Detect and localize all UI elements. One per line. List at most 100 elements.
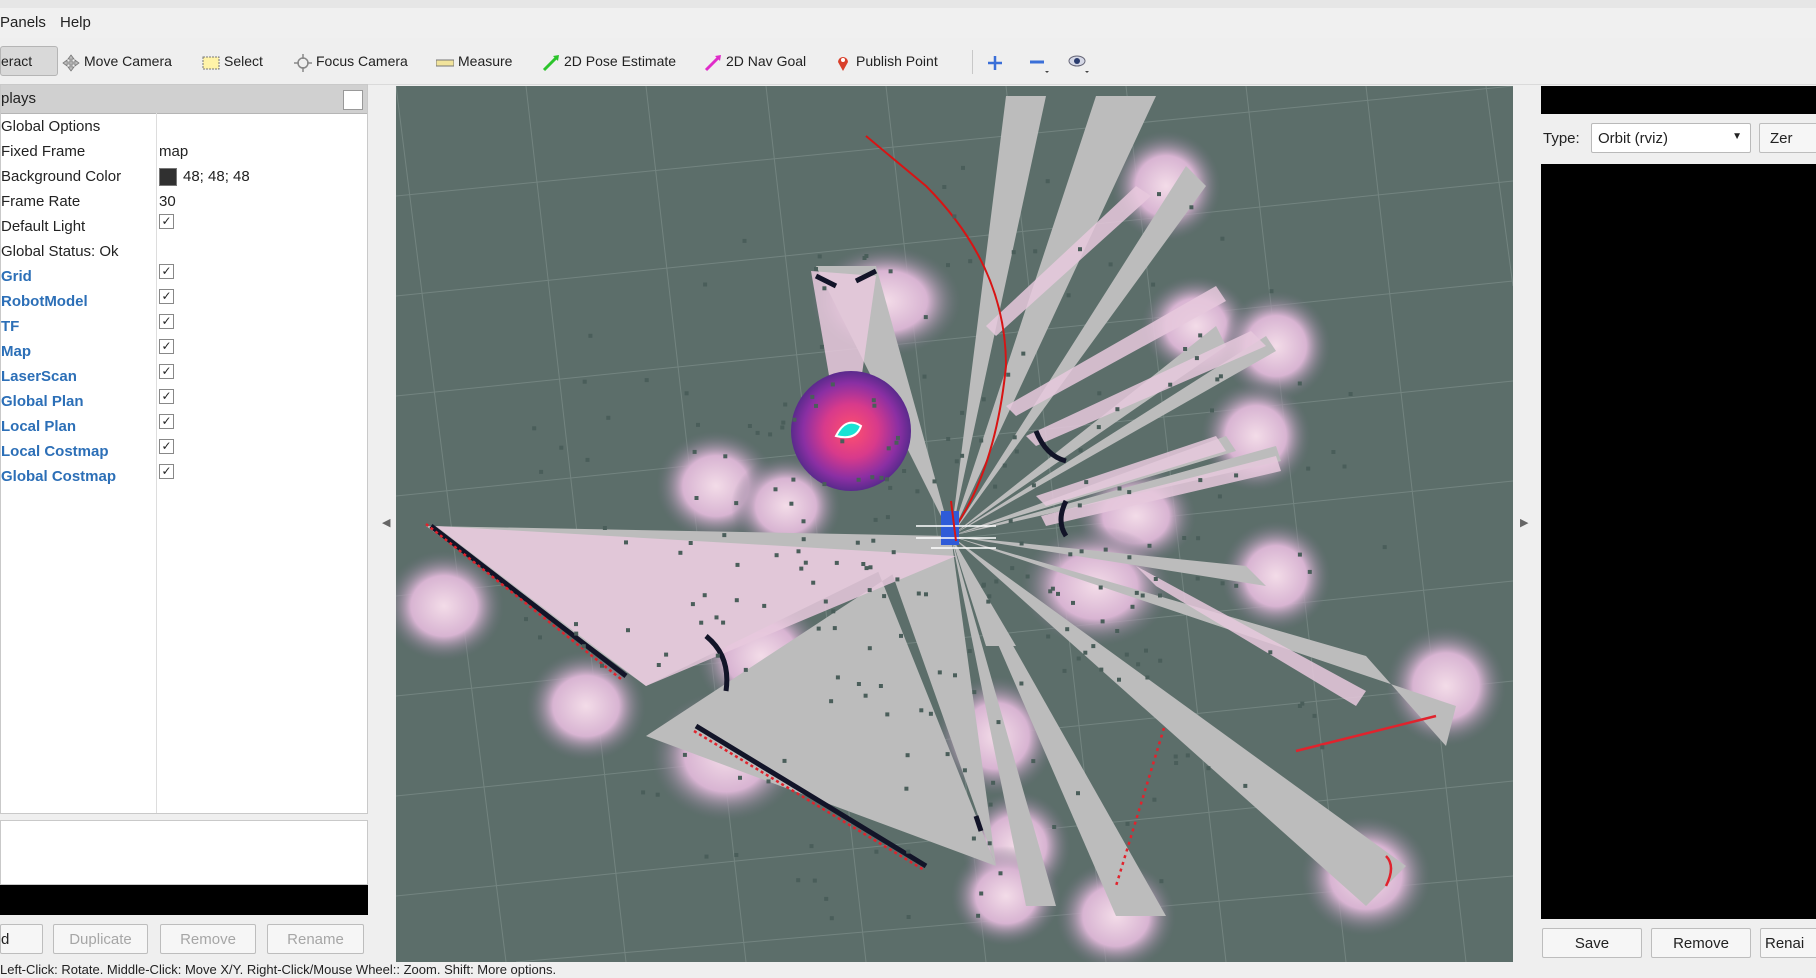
rename-view-button[interactable]: Renai bbox=[1760, 928, 1816, 958]
pose-estimate-label: 2D Pose Estimate bbox=[564, 53, 677, 69]
display-checkbox[interactable]: ✓ bbox=[159, 289, 174, 304]
duplicate-display-button[interactable]: Duplicate bbox=[53, 924, 148, 954]
right-splitter-arrow-icon[interactable]: ▶ bbox=[1520, 516, 1528, 529]
rename-display-button[interactable]: Rename bbox=[267, 924, 364, 954]
interact-tool-button[interactable]: eract bbox=[0, 46, 58, 76]
display-row-value-text: 48; 48; 48 bbox=[183, 168, 250, 185]
display-row-label: RobotModel bbox=[1, 293, 88, 310]
display-checkbox[interactable]: ✓ bbox=[159, 264, 174, 279]
remove-tool-button[interactable] bbox=[1028, 46, 1049, 76]
display-row-value-text: map bbox=[159, 143, 189, 160]
display-checkbox[interactable]: ✓ bbox=[159, 214, 174, 229]
display-checkbox[interactable]: ✓ bbox=[159, 414, 174, 429]
display-checkbox[interactable]: ✓ bbox=[159, 364, 174, 379]
display-row-label: Global Options bbox=[1, 118, 101, 135]
display-row-value: ✓ bbox=[159, 364, 174, 379]
display-row-value: 48; 48; 48 bbox=[159, 164, 250, 189]
render-viewport[interactable] bbox=[396, 86, 1513, 962]
move-camera-icon bbox=[62, 52, 80, 72]
save-view-button[interactable]: Save bbox=[1542, 928, 1642, 958]
display-checkbox[interactable]: ✓ bbox=[159, 314, 174, 329]
display-checkbox[interactable]: ✓ bbox=[159, 339, 174, 354]
select-label: Select bbox=[224, 53, 263, 69]
measure-button[interactable]: Measure bbox=[435, 46, 512, 76]
displays-panel: plays Global Options Fixed Frame map Backgr… bbox=[0, 84, 368, 814]
view-type-label: Type: bbox=[1543, 130, 1580, 147]
chevron-down-icon: ▼ bbox=[1732, 131, 1742, 142]
display-row[interactable]: Fixed Frame map bbox=[1, 139, 367, 164]
ruler-icon bbox=[435, 52, 455, 70]
view-type-row: Type: Orbit (rviz) ▼ Zer bbox=[1541, 122, 1816, 156]
remove-display-button[interactable]: Remove bbox=[160, 924, 256, 954]
display-row[interactable]: Grid ✓ bbox=[1, 264, 367, 289]
move-camera-button[interactable]: Move Camera bbox=[62, 46, 172, 76]
display-row[interactable]: Default Light ✓ bbox=[1, 214, 367, 239]
display-row-label: Background Color bbox=[1, 168, 122, 185]
panel-float-button[interactable] bbox=[343, 90, 363, 110]
display-row[interactable]: Map ✓ bbox=[1, 339, 367, 364]
display-row[interactable]: Frame Rate 30 bbox=[1, 189, 367, 214]
menu-help[interactable]: Help bbox=[60, 14, 91, 31]
display-checkbox[interactable]: ✓ bbox=[159, 389, 174, 404]
move-camera-label: Move Camera bbox=[84, 53, 172, 69]
display-row-value: ✓ bbox=[159, 414, 174, 429]
minus-icon bbox=[1028, 52, 1049, 73]
zero-view-button[interactable]: Zer bbox=[1759, 123, 1816, 153]
view-properties-area bbox=[1541, 164, 1816, 919]
display-row[interactable]: LaserScan ✓ bbox=[1, 364, 367, 389]
display-row[interactable]: Local Plan ✓ bbox=[1, 414, 367, 439]
green-arrow-icon bbox=[542, 52, 560, 72]
display-row[interactable]: RobotModel ✓ bbox=[1, 289, 367, 314]
display-row-label: Grid bbox=[1, 268, 32, 285]
display-row-label: Map bbox=[1, 343, 31, 360]
display-row[interactable]: Global Plan ✓ bbox=[1, 389, 367, 414]
displays-panel-title: plays bbox=[1, 90, 37, 107]
display-row-label: Local Plan bbox=[1, 418, 77, 435]
view-type-select[interactable]: Orbit (rviz) ▼ bbox=[1591, 123, 1751, 153]
display-row[interactable]: Local Costmap ✓ bbox=[1, 439, 367, 464]
view-type-value: Orbit (rviz) bbox=[1598, 130, 1668, 147]
status-bar: Left-Click: Rotate. Middle-Click: Move X… bbox=[0, 962, 1816, 978]
display-row[interactable]: Global Status: Ok bbox=[1, 239, 367, 264]
display-row-value: ✓ bbox=[159, 264, 174, 279]
display-row-value: ✓ bbox=[159, 289, 174, 304]
add-tool-button[interactable] bbox=[986, 46, 1004, 76]
display-row[interactable]: TF ✓ bbox=[1, 314, 367, 339]
magenta-arrow-icon bbox=[704, 52, 722, 72]
remove-view-button[interactable]: Remove bbox=[1651, 928, 1751, 958]
plus-icon bbox=[986, 52, 1004, 70]
status-bar-text: Left-Click: Rotate. Middle-Click: Move X… bbox=[0, 962, 557, 977]
views-panel-header bbox=[1541, 86, 1816, 114]
select-icon bbox=[202, 52, 220, 70]
display-row-label: LaserScan bbox=[1, 368, 77, 385]
display-row-value-text: 30 bbox=[159, 193, 176, 210]
display-row-value: ✓ bbox=[159, 439, 174, 454]
display-row-label: Local Costmap bbox=[1, 443, 109, 460]
left-splitter-arrow-icon[interactable]: ◀ bbox=[382, 516, 390, 529]
interact-label: eract bbox=[1, 53, 33, 69]
display-row[interactable]: Global Options bbox=[1, 114, 367, 139]
menu-panels[interactable]: Panels bbox=[0, 14, 46, 31]
toolbar: eract Move Camera Select Focus Camera Me… bbox=[0, 38, 1816, 85]
display-description-strip bbox=[0, 885, 368, 915]
display-row-value: ✓ bbox=[159, 339, 174, 354]
panels-visibility-button[interactable] bbox=[1068, 46, 1089, 76]
eye-icon bbox=[1068, 52, 1089, 73]
display-row[interactable]: Background Color 48; 48; 48 bbox=[1, 164, 367, 189]
display-row-label: Global Status: Ok bbox=[1, 243, 119, 260]
toolbar-separator bbox=[972, 50, 973, 74]
pose-estimate-button[interactable]: 2D Pose Estimate bbox=[542, 46, 676, 76]
display-checkbox[interactable]: ✓ bbox=[159, 439, 174, 454]
display-checkbox[interactable]: ✓ bbox=[159, 464, 174, 479]
nav-goal-button[interactable]: 2D Nav Goal bbox=[704, 46, 806, 76]
display-row-label: Global Costmap bbox=[1, 468, 117, 485]
color-swatch[interactable] bbox=[159, 167, 177, 186]
focus-camera-button[interactable]: Focus Camera bbox=[294, 46, 408, 76]
add-display-button[interactable]: d bbox=[0, 924, 43, 954]
publish-point-button[interactable]: Publish Point bbox=[834, 46, 938, 76]
display-row-value: 30 bbox=[159, 189, 176, 214]
window-title-strip bbox=[0, 0, 1816, 8]
display-row[interactable]: Global Costmap ✓ bbox=[1, 464, 367, 489]
select-button[interactable]: Select bbox=[202, 46, 263, 76]
display-row-value: ✓ bbox=[159, 464, 174, 479]
